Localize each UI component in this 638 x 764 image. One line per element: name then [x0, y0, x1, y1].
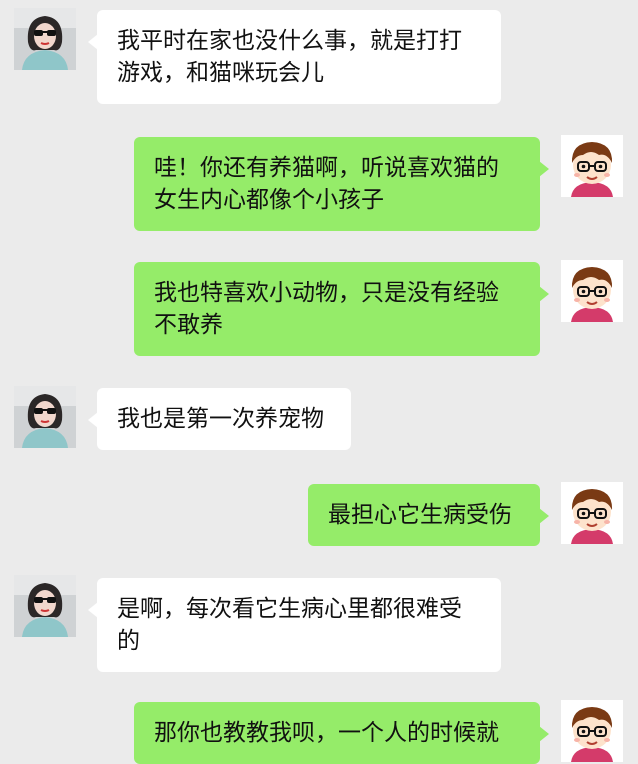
user-avatar[interactable]: [561, 700, 623, 762]
message-bubble[interactable]: 那你也教教我呗，一个人的时候就: [134, 702, 549, 764]
message-bubble[interactable]: 哇！你还有养猫啊，听说喜欢猫的女生内心都像个小孩子: [134, 137, 549, 231]
user-avatar[interactable]: [561, 482, 623, 544]
user-avatar[interactable]: [561, 260, 623, 322]
message-bubble[interactable]: 是啊，每次看它生病心里都很难受的: [88, 578, 501, 672]
user-avatar[interactable]: [561, 135, 623, 197]
message-bubble[interactable]: 我也是第一次养宠物: [88, 388, 351, 450]
contact-avatar[interactable]: [14, 386, 76, 448]
chat-area: 我平时在家也没什么事，就是打打游戏，和猫咪玩会儿 哇！你还有养猫啊，听说喜欢猫的…: [0, 0, 638, 764]
message-bubble[interactable]: 我平时在家也没什么事，就是打打游戏，和猫咪玩会儿: [88, 10, 501, 104]
message-bubble[interactable]: 最担心它生病受伤: [308, 484, 549, 546]
contact-avatar[interactable]: [14, 575, 76, 637]
message-bubble[interactable]: 我也特喜欢小动物，只是没有经验不敢养: [134, 262, 549, 356]
contact-avatar[interactable]: [14, 8, 76, 70]
